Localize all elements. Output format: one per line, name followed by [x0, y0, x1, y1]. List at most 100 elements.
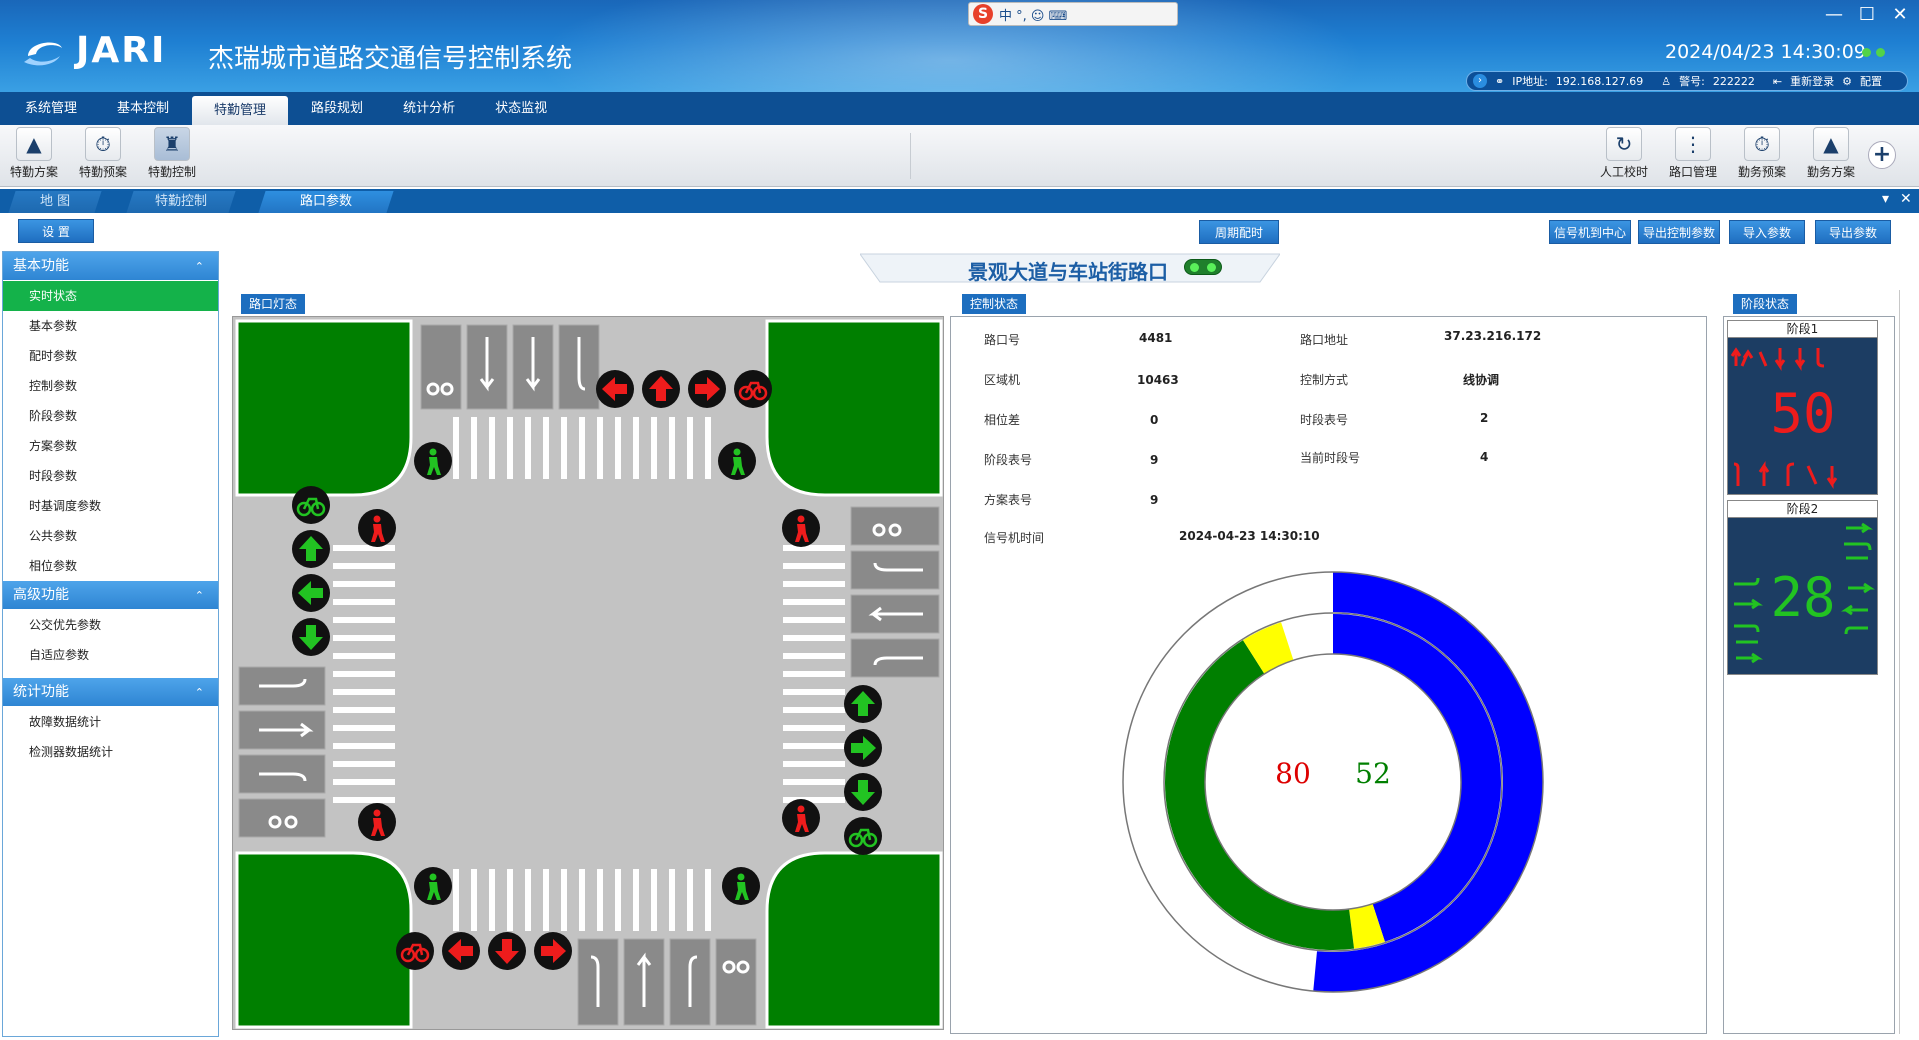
logout-icon[interactable]: ⇤: [1773, 75, 1782, 88]
crosswalk-west: [333, 545, 395, 803]
tab-map[interactable]: 地 图: [8, 191, 102, 213]
west-signals: [290, 484, 332, 656]
maximize-button[interactable]: ☐: [1853, 4, 1881, 25]
offset-label: 相位差: [984, 413, 1021, 427]
cycle-timing-button[interactable]: 周期配时: [1199, 220, 1279, 244]
export-control-button[interactable]: 导出控制参数: [1638, 220, 1720, 244]
badge-label: 警号:: [1679, 75, 1705, 88]
tool-special-plan[interactable]: ▲ 特勤方案: [3, 127, 65, 180]
sidebar-item-basic-params[interactable]: 基本参数: [3, 311, 218, 341]
menu-bar: 系统管理 基本控制 特勤管理 路段规划 统计分析 状态监视: [0, 92, 1919, 125]
crosswalk-north: [453, 417, 711, 479]
sidebar-item-adaptive[interactable]: 自适应参数: [3, 640, 218, 670]
sync-clock-icon[interactable]: ↻: [1606, 127, 1642, 161]
logo-text: JARI: [76, 30, 167, 71]
address-label: 路口地址: [1300, 333, 1349, 347]
corner-ne: [765, 319, 943, 497]
tab-junction-params[interactable]: 路口参数: [258, 191, 394, 213]
tab-special-control[interactable]: 特勤控制: [126, 191, 236, 213]
group-title: 高级功能: [13, 587, 69, 603]
sidebar-group-advanced[interactable]: 高级功能 ⌃: [3, 581, 218, 610]
stage-1-card[interactable]: 阶段1 50: [1727, 320, 1878, 495]
sidebar-item-period-params[interactable]: 时段参数: [3, 461, 218, 491]
sidebar-group-basic[interactable]: 基本功能 ⌃: [3, 252, 218, 281]
toolbar: ▲ 特勤方案 ⏱ 特勤预案 ♜ 特勤控制 ↻ 人工校时 ⋮ 路口管理 ⏱ 勤务预…: [0, 125, 1919, 187]
stopwatch-icon[interactable]: ⏱: [1744, 127, 1780, 161]
system-datetime: 2024/04/23 14:30:09: [1665, 41, 1866, 63]
relogin-link[interactable]: 重新登录: [1790, 73, 1834, 89]
clock-value: 2024-04-23 14:30:10: [1179, 529, 1320, 543]
chevron-up-icon[interactable]: ⌃: [195, 581, 204, 610]
tool-add[interactable]: +: [1852, 127, 1912, 169]
region-value: 10463: [1137, 373, 1179, 387]
sidebar-item-phase-params[interactable]: 相位参数: [3, 551, 218, 581]
signal-to-center-button[interactable]: 信号机到中心: [1549, 220, 1631, 244]
sogou-icon[interactable]: S: [973, 4, 993, 24]
tool-label: 路口管理: [1668, 165, 1717, 179]
close-icon[interactable]: ✕: [1900, 191, 1912, 207]
menu-statistics[interactable]: 统计分析: [386, 92, 472, 125]
import-params-button[interactable]: 导入参数: [1729, 220, 1805, 244]
north-signals: [596, 368, 774, 410]
mode-value: 线协调: [1463, 373, 1500, 387]
tool-duty-preplan[interactable]: ⏱ 勤务预案: [1731, 127, 1793, 180]
settings-button[interactable]: 设 置: [18, 219, 94, 243]
group-title: 基本功能: [13, 258, 69, 274]
sidebar-item-plan-params[interactable]: 方案参数: [3, 431, 218, 461]
tool-special-preplan[interactable]: ⏱ 特勤预案: [72, 127, 134, 180]
lanes-east: [850, 506, 940, 678]
stage-1-countdown: 50: [1770, 382, 1836, 445]
current-period-label: 当前时段号: [1300, 451, 1361, 465]
menu-special-duty[interactable]: 特勤管理: [192, 96, 289, 125]
chevron-up-icon[interactable]: ⌃: [195, 252, 204, 281]
tool-label: 特勤控制: [147, 165, 196, 179]
chevron-down-icon[interactable]: ▾: [1882, 191, 1889, 207]
sidebar-item-timing-params[interactable]: 配时参数: [3, 341, 218, 371]
link-icon: ⚭: [1495, 74, 1505, 88]
minimize-button[interactable]: —: [1820, 4, 1848, 25]
sidebar-item-detector-stats[interactable]: 检测器数据统计: [3, 737, 218, 767]
ime-label[interactable]: 中 °, ☺ ⌨: [999, 5, 1067, 24]
control-status-panel: 路口号 4481 路口地址 37.23.216.172 区域机 10463 控制…: [950, 316, 1707, 1034]
stage-2-card[interactable]: 阶段2 28: [1727, 500, 1878, 675]
lanes-south: [577, 938, 757, 1026]
plus-icon[interactable]: +: [1868, 141, 1896, 169]
chevron-up-icon[interactable]: ⌃: [195, 678, 204, 707]
plan-table-label: 方案表号: [984, 493, 1033, 507]
sidebar-item-control-params[interactable]: 控制参数: [3, 371, 218, 401]
tool-junction-manage[interactable]: ⋮ 路口管理: [1662, 127, 1724, 180]
sidebar-item-schedule-params[interactable]: 时基调度参数: [3, 491, 218, 521]
tool-manual-time[interactable]: ↻ 人工校时: [1593, 127, 1655, 180]
ime-toolbar[interactable]: S 中 °, ☺ ⌨: [968, 2, 1178, 26]
arrow-right-icon[interactable]: ›: [1473, 74, 1487, 88]
right-edge: [1899, 290, 1900, 1034]
ped-signals-green: [414, 442, 760, 905]
menu-system[interactable]: 系统管理: [8, 92, 94, 125]
sidebar-item-stage-params[interactable]: 阶段参数: [3, 401, 218, 431]
app-title: 杰瑞城市道路交通信号控制系统: [208, 44, 573, 74]
export-params-button[interactable]: 导出参数: [1815, 220, 1891, 244]
close-button[interactable]: ✕: [1886, 4, 1914, 25]
menu-road-planning[interactable]: 路段规划: [294, 92, 380, 125]
menu-basic-control[interactable]: 基本控制: [100, 92, 186, 125]
menu-status-monitor[interactable]: 状态监视: [478, 92, 564, 125]
sidebar: 基本功能 ⌃ 实时状态 基本参数 配时参数 控制参数 阶段参数 方案参数 时段参数…: [2, 251, 219, 1037]
sidebar-item-fault-stats[interactable]: 故障数据统计: [3, 707, 218, 737]
traffic-light-icon[interactable]: ⋮: [1675, 127, 1711, 161]
sidebar-item-bus-priority[interactable]: 公交优先参数: [3, 610, 218, 640]
sidebar-group-stats[interactable]: 统计功能 ⌃: [3, 678, 218, 707]
sidebar-item-realtime[interactable]: 实时状态: [3, 281, 218, 311]
junction-no-label: 路口号: [984, 333, 1021, 347]
traffic-cone-icon[interactable]: ▲: [16, 127, 52, 161]
sidebar-item-common-params[interactable]: 公共参数: [3, 521, 218, 551]
info-bar: › ⚭ IP地址: 192.168.127.69 ♙ 警号: 222222 ⇤ …: [1466, 71, 1908, 91]
config-link[interactable]: 配置: [1860, 73, 1882, 89]
traffic-cone-icon[interactable]: ▲: [1813, 127, 1849, 161]
officer-icon[interactable]: ♜: [154, 127, 190, 161]
app-window: JARI 杰瑞城市道路交通信号控制系统 S 中 °, ☺ ⌨ — ☐ ✕ 202…: [0, 0, 1919, 1040]
gear-icon[interactable]: ⚙: [1842, 75, 1852, 88]
stopwatch-icon[interactable]: ⏱: [85, 127, 121, 161]
tool-special-control[interactable]: ♜ 特勤控制: [141, 127, 203, 180]
control-state-label: 控制状态: [962, 294, 1027, 314]
plan-table-value: 9: [1150, 493, 1159, 507]
